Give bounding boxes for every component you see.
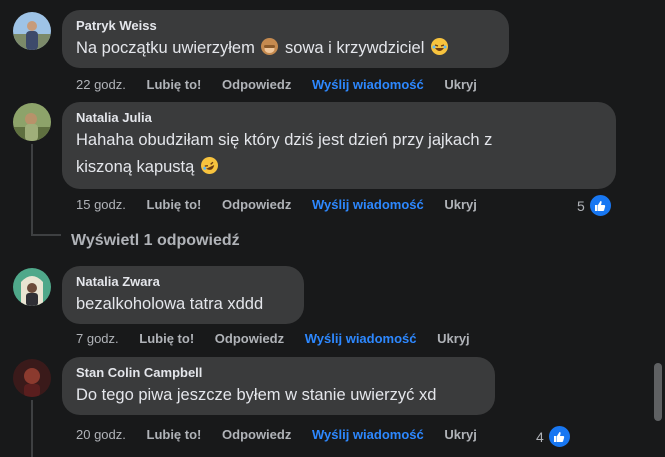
hide-button[interactable]: Ukryj [444, 197, 477, 212]
hide-button[interactable]: Ukryj [437, 331, 470, 346]
comment-text-part: Na początku uwierzyłem [76, 39, 255, 57]
reaction-number: 4 [536, 428, 544, 445]
comment-author[interactable]: Natalia Julia [76, 110, 602, 126]
comment-bubble: Patryk Weiss Na początku uwierzyłem sowa… [62, 10, 509, 68]
comment-bubble: Natalia Julia Hahaha obudziłam się który… [62, 102, 616, 189]
comment-timestamp[interactable]: 15 godz. [76, 197, 126, 212]
send-message-button[interactable]: Wyślij wiadomość [312, 197, 424, 212]
comment-bubble: Stan Colin Campbell Do tego piwa jeszcze… [62, 357, 495, 415]
thread-line [31, 400, 33, 457]
comment-actions: 15 godz. Lubię to! Odpowiedz Wyślij wiad… [76, 197, 494, 212]
view-replies-link[interactable]: Wyświetl 1 odpowiedź [71, 232, 240, 250]
see-no-evil-monkey-icon [261, 38, 279, 55]
like-button[interactable]: Lubię to! [139, 331, 194, 346]
reaction-number: 5 [577, 197, 585, 214]
scrollbar-thumb[interactable] [654, 363, 662, 421]
comment-timestamp[interactable]: 20 godz. [76, 427, 126, 442]
reply-button[interactable]: Odpowiedz [222, 197, 291, 212]
rolling-laughing-face-icon [198, 154, 221, 177]
thumbs-up-icon [587, 193, 613, 218]
thumbs-up-icon [546, 424, 572, 449]
comment-timestamp[interactable]: 7 godz. [76, 331, 119, 346]
reply-button[interactable]: Odpowiedz [222, 77, 291, 92]
comment-text: bezalkoholowa tatra xddd [76, 295, 264, 313]
send-message-button[interactable]: Wyślij wiadomość [312, 77, 424, 92]
hide-button[interactable]: Ukryj [444, 427, 477, 442]
like-button[interactable]: Lubię to! [147, 427, 202, 442]
comment-text: Na początku uwierzyłem sowa i krzywdzici… [76, 35, 495, 62]
comment-text: Do tego piwa jeszcze byłem w stanie uwie… [76, 386, 437, 404]
avatar[interactable] [13, 103, 51, 141]
comment-text-line: kiszoną kapustą [76, 158, 195, 176]
comment-text-line-wrap: kiszoną kapustą [76, 154, 602, 181]
laughing-face-icon [430, 38, 448, 55]
hide-button[interactable]: Ukryj [444, 77, 477, 92]
comment-actions: 7 godz. Lubię to! Odpowiedz Wyślij wiado… [76, 331, 487, 346]
send-message-button[interactable]: Wyślij wiadomość [312, 427, 424, 442]
comment-timestamp[interactable]: 22 godz. [76, 77, 126, 92]
comment-bubble: Natalia Zwara bezalkoholowa tatra xddd [62, 266, 304, 324]
comment-text: Hahaha obudziłam się który dziś jest dzi… [76, 127, 602, 181]
thread-line [31, 144, 33, 236]
like-button[interactable]: Lubię to! [147, 77, 202, 92]
comment-text-part: sowa i krzywdziciel [285, 39, 425, 57]
reply-button[interactable]: Odpowiedz [215, 331, 284, 346]
avatar[interactable] [13, 268, 51, 306]
avatar[interactable] [13, 12, 51, 50]
reply-button[interactable]: Odpowiedz [222, 427, 291, 442]
like-button[interactable]: Lubię to! [147, 197, 202, 212]
avatar[interactable] [13, 359, 51, 397]
comment-author[interactable]: Natalia Zwara [76, 274, 290, 290]
send-message-button[interactable]: Wyślij wiadomość [305, 331, 417, 346]
comment-actions: 20 godz. Lubię to! Odpowiedz Wyślij wiad… [76, 427, 494, 442]
thread-line-branch [31, 234, 61, 236]
comment-author[interactable]: Stan Colin Campbell [76, 365, 481, 381]
reaction-count[interactable]: 4 [536, 424, 572, 449]
scrollbar[interactable] [651, 0, 665, 457]
comment-author[interactable]: Patryk Weiss [76, 18, 495, 34]
comment-actions: 22 godz. Lubię to! Odpowiedz Wyślij wiad… [76, 77, 494, 92]
comment-text-line: Hahaha obudziłam się który dziś jest dzi… [76, 131, 493, 149]
reaction-count[interactable]: 5 [577, 193, 613, 218]
